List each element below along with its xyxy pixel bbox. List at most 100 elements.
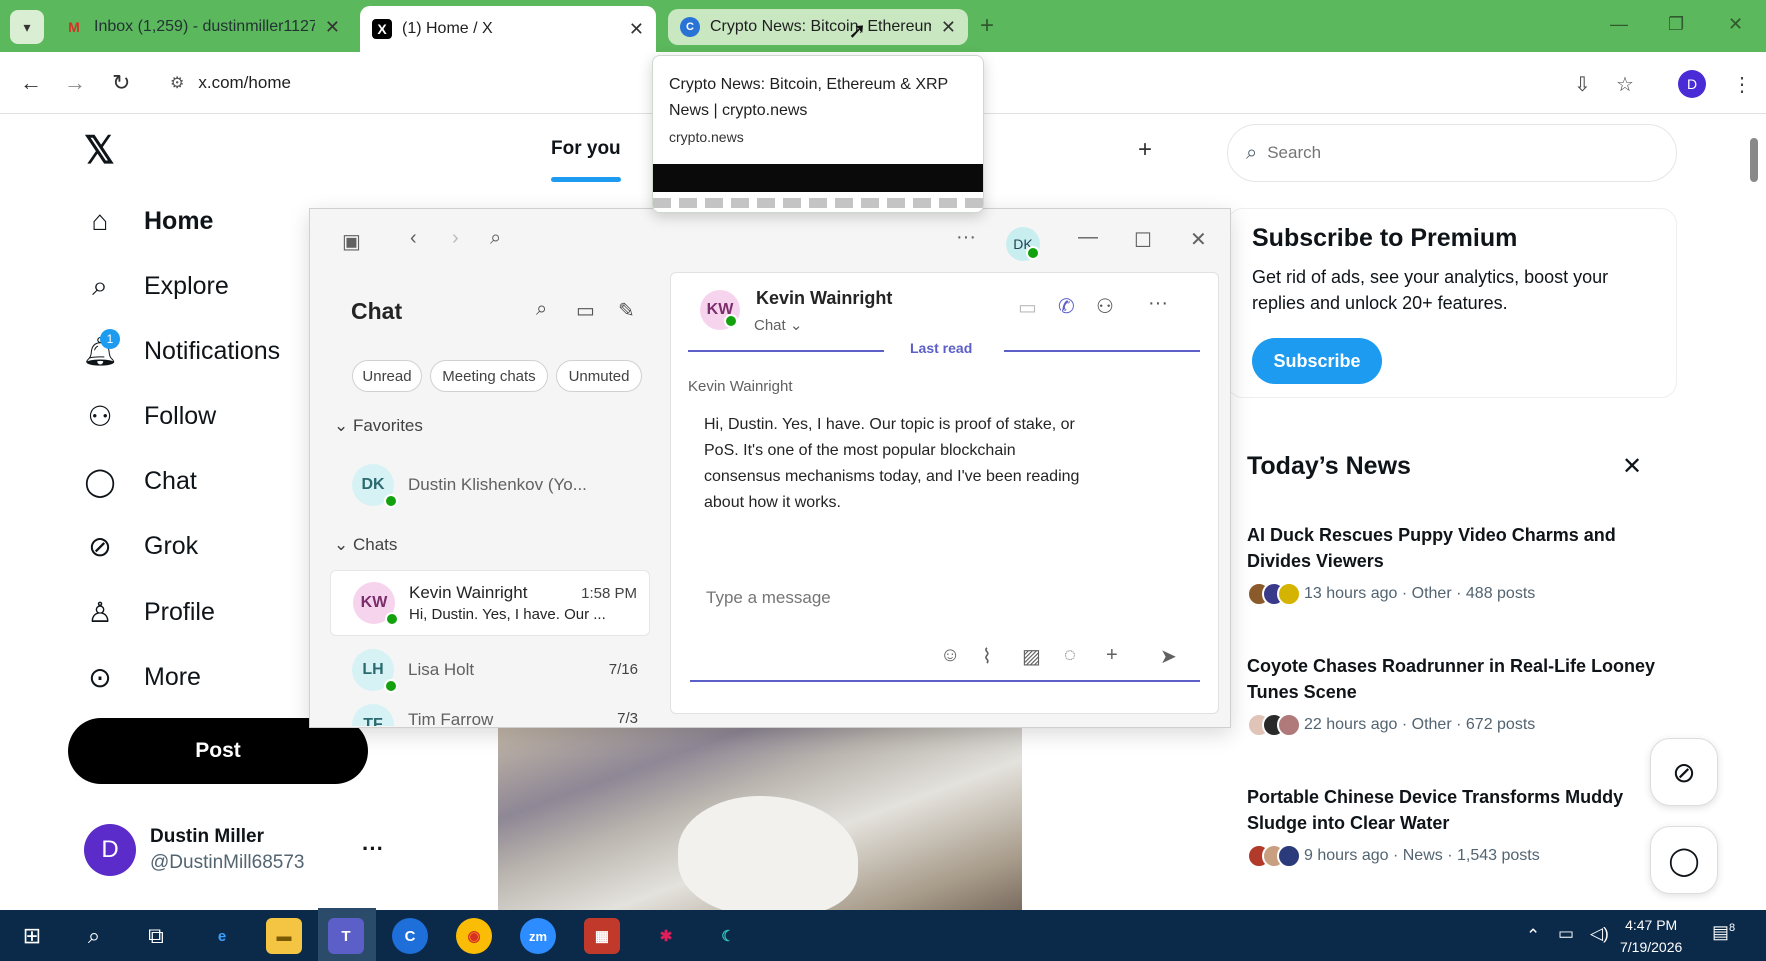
favorites-section-header[interactable]: ⌄ Favorites — [334, 416, 423, 436]
window-close-icon[interactable]: ✕ — [1728, 14, 1743, 35]
site-info-icon[interactable]: ⚙ — [170, 73, 184, 93]
tab-gmail[interactable]: M Inbox (1,259) - dustinmiller1127 ✕ — [52, 8, 352, 46]
app-crescent-icon[interactable]: ☾ — [710, 918, 746, 954]
account-more-icon[interactable]: ··· — [362, 836, 384, 862]
close-tab-icon[interactable]: ✕ — [941, 17, 956, 38]
nav-grok[interactable]: ⊘ Grok — [84, 530, 198, 562]
attach-icon[interactable]: ⌇ — [982, 644, 992, 669]
page-scrollbar[interactable] — [1748, 118, 1758, 908]
message-input[interactable] — [706, 588, 1176, 608]
add-feed-icon[interactable]: + — [1138, 136, 1152, 164]
install-app-icon[interactable]: ⇩ — [1574, 72, 1591, 97]
bookmark-star-icon[interactable]: ☆ — [1616, 72, 1634, 97]
close-icon[interactable]: ✕ — [1190, 227, 1207, 252]
action-center-icon[interactable]: ▤8 — [1712, 922, 1735, 943]
list-item[interactable]: KW Kevin Wainright Hi, Dustin. Yes, I ha… — [330, 570, 650, 636]
winrar-icon[interactable]: ▦ — [584, 918, 620, 954]
restore-icon[interactable]: ❐ — [1668, 14, 1684, 35]
list-item[interactable]: DK Dustin Klishenkov (Yo... — [330, 452, 650, 518]
filter-meeting-chats[interactable]: Meeting chats — [430, 360, 548, 392]
back-icon[interactable]: ← — [20, 70, 42, 96]
chats-section-header[interactable]: ⌄ Chats — [334, 535, 397, 555]
post-media-image[interactable] — [498, 726, 1022, 916]
minimize-icon[interactable]: — — [1078, 226, 1098, 249]
list-item[interactable]: TF Tim Farrow 7/3 — [330, 704, 650, 726]
forward-icon[interactable]: → — [64, 70, 86, 96]
reload-icon[interactable]: ↻ — [112, 70, 130, 96]
maximize-icon[interactable]: ☐ — [1134, 228, 1152, 253]
zoom-icon[interactable]: zm — [520, 918, 556, 954]
news-item[interactable]: Coyote Chases Roadrunner in Real-Life Lo… — [1247, 653, 1657, 737]
slack-icon[interactable]: ✱ — [648, 918, 684, 954]
search-input[interactable] — [1267, 143, 1628, 163]
windows-start-icon[interactable]: ⊞ — [14, 918, 50, 954]
chat-time: 7/3 — [617, 710, 638, 726]
task-view-icon[interactable]: ⧉ — [138, 918, 174, 954]
new-chat-icon[interactable]: ✎ — [618, 298, 635, 323]
chrome-icon[interactable]: ◉ — [456, 918, 492, 954]
nav-more[interactable]: ⊙ More — [84, 661, 201, 693]
news-category: Other — [1411, 585, 1452, 602]
chevron-down-icon: ▾ — [23, 18, 31, 35]
edge-legacy-icon[interactable]: e — [204, 918, 240, 954]
nav-home[interactable]: ⌂ Home — [84, 205, 214, 237]
video-call-icon[interactable]: ▭ — [1018, 295, 1037, 320]
filter-unread[interactable]: Unread — [352, 360, 422, 392]
last-read-divider: Last read — [688, 340, 1200, 356]
x-logo-icon[interactable]: 𝕏 — [84, 128, 115, 173]
tab-crypto-news[interactable]: C Crypto News: Bitcoin, Ethereum ✕ — [668, 9, 968, 45]
tab-search-button[interactable]: ▾ — [10, 10, 44, 44]
close-tab-icon[interactable]: ✕ — [325, 17, 340, 38]
close-tab-icon[interactable]: ✕ — [629, 19, 644, 40]
filter-unmuted[interactable]: Unmuted — [556, 360, 642, 392]
file-explorer-icon[interactable]: ▬ — [266, 918, 302, 954]
browser-profile-avatar[interactable]: D — [1678, 70, 1706, 98]
tab-for-you[interactable]: For you — [551, 138, 621, 160]
premium-title: Subscribe to Premium — [1252, 224, 1518, 252]
account-switcher[interactable]: D Dustin Miller @DustinMill68573 — [84, 824, 304, 876]
grok-floating-button[interactable]: ⊘ — [1650, 738, 1718, 806]
browser-menu-icon[interactable]: ⋮ — [1732, 72, 1752, 97]
nav-explore[interactable]: ⌕ Explore — [84, 270, 229, 302]
network-icon[interactable]: ▭ — [1558, 924, 1574, 944]
news-item[interactable]: Portable Chinese Device Transforms Muddy… — [1247, 784, 1657, 868]
search-icon[interactable]: ⌕ — [76, 918, 112, 954]
news-item[interactable]: AI Duck Rescues Puppy Video Charms and D… — [1247, 522, 1657, 606]
ccleaner-icon[interactable]: C — [392, 918, 428, 954]
image-icon[interactable]: ▨ — [1022, 644, 1041, 669]
new-tab-button[interactable]: + — [980, 12, 994, 40]
chat-floating-button[interactable]: ◯ — [1650, 826, 1718, 894]
close-icon[interactable]: ✕ — [1622, 452, 1642, 481]
more-options-icon[interactable]: ··· — [956, 226, 976, 249]
nav-profile[interactable]: ♙ Profile — [84, 596, 214, 628]
conversation-tab[interactable]: Chat ⌄ — [754, 316, 802, 334]
nav-notifications[interactable]: 🔔︎ 1 Notifications — [82, 329, 280, 367]
plus-icon[interactable]: + — [1106, 644, 1118, 667]
emoji-icon[interactable]: ☺ — [940, 644, 960, 667]
send-icon[interactable]: ➤ — [1160, 644, 1177, 669]
volume-icon[interactable]: ◁) — [1590, 924, 1609, 944]
sidebar-toggle-icon[interactable]: ▣ — [342, 229, 361, 254]
search-icon[interactable]: ⌕ — [490, 227, 501, 250]
nav-chat[interactable]: ◯ Chat — [84, 465, 196, 497]
loop-icon[interactable]: ◌ — [1064, 644, 1076, 667]
scrollbar-thumb[interactable] — [1750, 138, 1758, 182]
add-people-icon[interactable]: ⚇ — [1096, 294, 1114, 319]
nav-follow[interactable]: ⚇ Follow — [84, 400, 216, 432]
search-icon[interactable]: ⌕ — [536, 298, 547, 321]
list-item[interactable]: LH Lisa Holt 7/16 — [330, 637, 650, 703]
video-call-icon[interactable]: ▭ — [576, 298, 595, 323]
minimize-icon[interactable]: — — [1610, 14, 1628, 35]
phone-call-icon[interactable]: ✆ — [1058, 294, 1075, 319]
subscribe-button[interactable]: Subscribe — [1252, 338, 1382, 384]
back-icon[interactable]: ‹ — [410, 227, 417, 250]
news-post-count: 672 posts — [1465, 716, 1536, 733]
more-options-icon[interactable]: ··· — [1148, 292, 1168, 315]
forward-icon[interactable]: › — [452, 227, 459, 250]
chevron-up-icon[interactable]: ⌃ — [1526, 926, 1540, 946]
tab-title: Inbox (1,259) - dustinmiller1127 — [94, 18, 315, 35]
system-clock[interactable]: 4:47 PM 7/19/2026 — [1620, 914, 1682, 958]
teams-icon[interactable]: T — [328, 918, 364, 954]
search-box[interactable]: ⌕ — [1227, 124, 1677, 182]
tab-x-home[interactable]: X (1) Home / X ✕ — [360, 6, 656, 52]
